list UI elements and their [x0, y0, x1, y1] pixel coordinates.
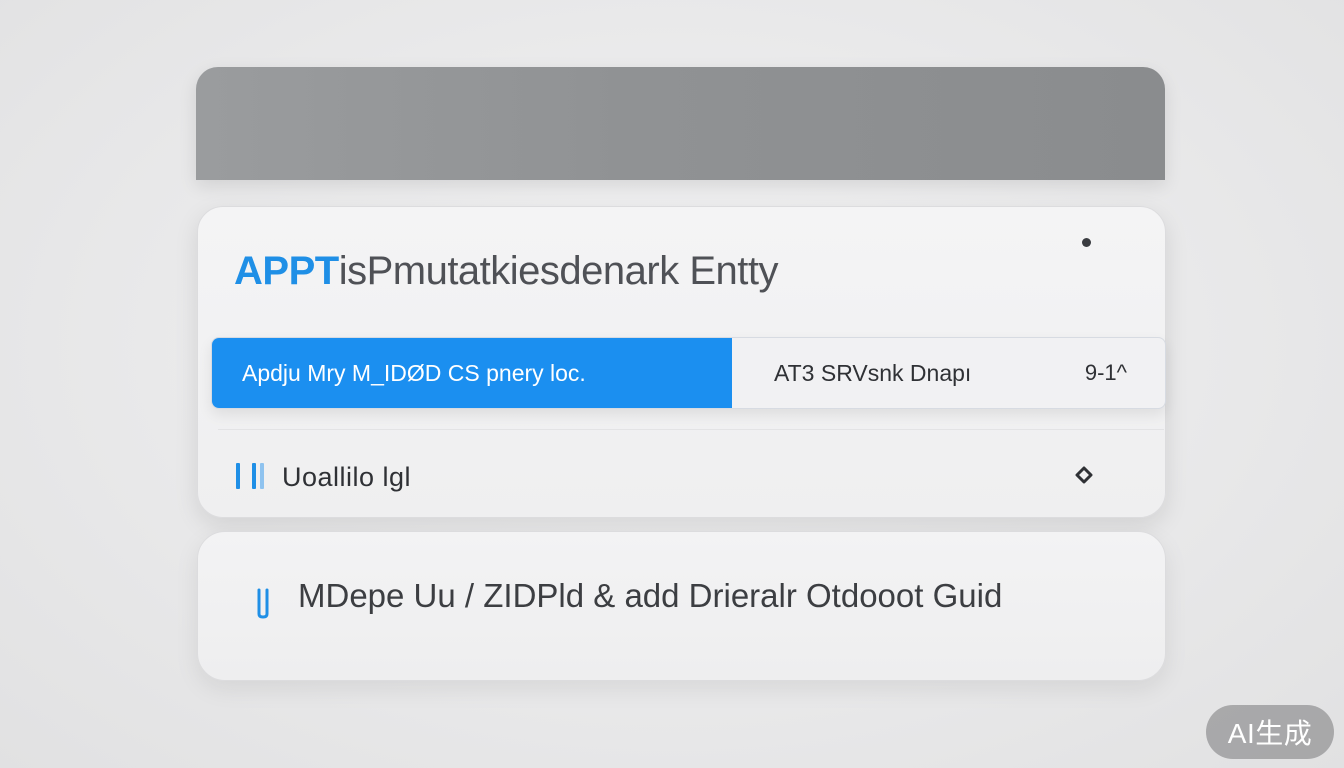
page-title: APPTisPmutatkiesdenark Entty	[234, 249, 779, 294]
guide-card[interactable]: MDepe Uu / ZIDPld & add Drieralr Otdooot…	[197, 531, 1166, 681]
segment-active-label: Apdju Mry M_IDØD CS pnery loc.	[242, 359, 586, 386]
dot-icon[interactable]	[1082, 238, 1091, 247]
segment-inactive[interactable]: AT3 SRVsnk Dnapı 9-1^	[732, 338, 1165, 408]
segment-value: 9-1^	[1084, 360, 1127, 385]
segment-active[interactable]: Apdju Mry M_IDØD CS pnery loc.	[212, 338, 732, 408]
title-accent: APPT	[234, 249, 339, 293]
title-rest: isPmutatkiesdenark Entty	[338, 249, 779, 293]
link-icon	[257, 588, 269, 619]
list-item-label: Uoallilo lgl	[282, 462, 412, 492]
ai-generated-badge: AI生成	[1206, 705, 1334, 759]
guide-text: MDepe Uu / ZIDPld & add Drieralr Otdooot…	[298, 577, 1003, 614]
list-item[interactable]: Uoallilo lgl	[198, 435, 1165, 515]
diamond-icon[interactable]	[1075, 466, 1093, 484]
divider	[218, 429, 1164, 430]
header-bar	[196, 67, 1165, 180]
main-card: APPTisPmutatkiesdenark Entty Apdju Mry M…	[197, 206, 1166, 518]
segmented-control: Apdju Mry M_IDØD CS pnery loc. AT3 SRVsn…	[211, 337, 1166, 409]
segment-inactive-label: AT3 SRVsnk Dnapı	[774, 359, 972, 386]
bars-icon	[236, 463, 268, 489]
